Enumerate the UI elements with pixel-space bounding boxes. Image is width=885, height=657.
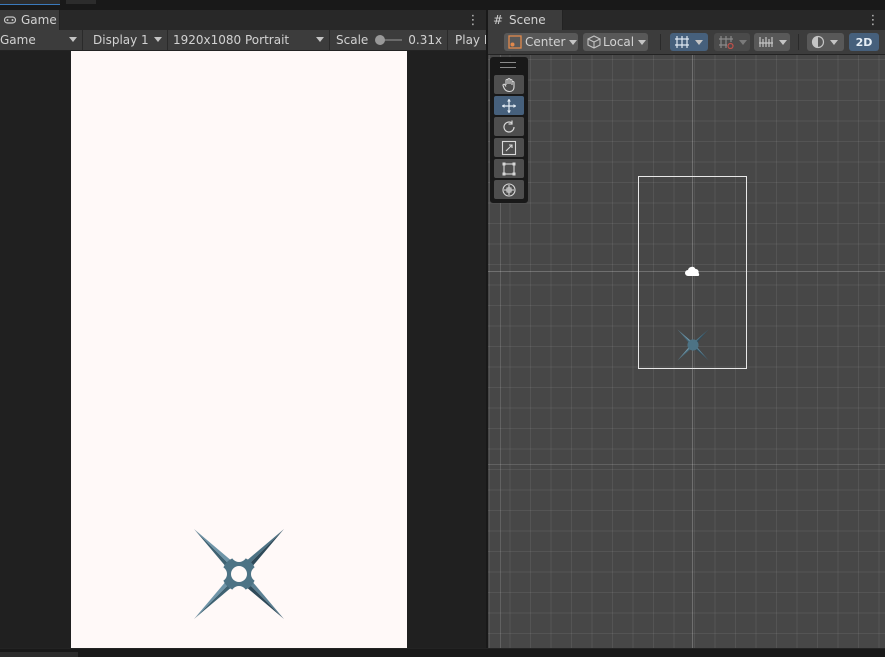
upper-tab-stub-2[interactable]	[66, 0, 96, 4]
pivot-icon	[508, 35, 522, 49]
scene-toolbar: Center Local 2D	[488, 30, 885, 55]
play-mode-label: Play F	[455, 33, 486, 47]
rect-transform-icon	[502, 162, 516, 175]
shading-sphere-icon	[811, 35, 825, 49]
game-toolbar: Game Display 1 1920x1080 Portrait Scale …	[0, 30, 486, 51]
transform-icon	[502, 182, 516, 197]
game-canvas[interactable]	[71, 51, 407, 648]
2d-mode-toggle[interactable]: 2D	[849, 33, 879, 51]
game-tab-bar: Game ⋮	[0, 10, 486, 31]
chevron-down-icon	[569, 39, 578, 45]
scale-slider[interactable]	[375, 35, 403, 45]
move-tool-button[interactable]	[494, 96, 524, 115]
scale-slider-thumb[interactable]	[375, 35, 386, 45]
display-dropdown[interactable]: Display 1	[87, 30, 168, 50]
resolution-dropdown[interactable]: 1920x1080 Portrait	[167, 30, 330, 50]
chevron-down-icon	[316, 37, 324, 42]
chevron-down-icon	[779, 39, 787, 45]
scale-control: Scale 0.31x	[330, 30, 448, 50]
hand-tool-button[interactable]	[494, 75, 524, 94]
increment-snap-toggle[interactable]	[714, 33, 750, 51]
display-label: Display 1	[93, 33, 149, 47]
chevron-down-icon	[739, 39, 747, 45]
window-top-strip	[0, 0, 885, 10]
space-local-dropdown[interactable]: Local	[583, 33, 648, 51]
tool-palette	[490, 57, 528, 203]
cube-icon	[587, 35, 601, 49]
move-arrows-icon	[502, 98, 516, 113]
toolbar-separator	[660, 34, 661, 50]
chevron-down-icon	[154, 37, 162, 42]
pivot-label: Center	[525, 35, 566, 49]
resolution-label: 1920x1080 Portrait	[173, 33, 290, 47]
grid-major-line	[488, 464, 885, 465]
hash-grid-icon: #	[492, 13, 504, 27]
scene-kebab-menu-icon[interactable]: ⋮	[867, 12, 880, 28]
tab-scene[interactable]: # Scene	[488, 10, 563, 30]
rect-tool-button[interactable]	[494, 159, 524, 178]
game-view-mode-dropdown[interactable]: Game	[0, 30, 83, 50]
shuriken-scene-sprite[interactable]	[677, 329, 709, 361]
tab-scene-label: Scene	[509, 13, 546, 27]
rotate-tool-button[interactable]	[494, 117, 524, 136]
scene-tab-bar: # Scene ⋮	[488, 10, 885, 31]
tab-game-label: Game	[21, 13, 57, 27]
grid-snap-icon	[675, 36, 689, 48]
chevron-down-icon	[695, 39, 703, 45]
hand-icon	[502, 77, 515, 92]
scale-tool-button[interactable]	[494, 138, 524, 157]
rotate-icon	[503, 120, 515, 133]
grid-visibility-dropdown[interactable]	[754, 33, 790, 51]
shading-mode-dropdown[interactable]	[807, 33, 844, 51]
tab-game[interactable]: Game	[0, 10, 60, 30]
grid-snap-toggle[interactable]	[670, 33, 708, 51]
grid-visibility-icon	[759, 37, 773, 47]
scene-view[interactable]	[488, 55, 885, 648]
chevron-down-icon	[69, 37, 77, 42]
shuriken-sprite	[194, 529, 284, 619]
game-kebab-menu-icon[interactable]: ⋮	[467, 12, 480, 28]
pivot-center-dropdown[interactable]: Center	[504, 33, 578, 51]
toolbar-separator	[798, 34, 799, 50]
lower-tab-stub[interactable]	[0, 652, 78, 657]
upper-tab-stub[interactable]	[0, 0, 60, 5]
chevron-down-icon	[830, 39, 838, 45]
transform-tool-button[interactable]	[494, 180, 524, 199]
chevron-down-icon	[638, 39, 647, 45]
scale-value: 0.31x	[408, 33, 443, 47]
play-mode-dropdown[interactable]: Play F	[449, 30, 486, 50]
scale-label: Scale	[336, 33, 369, 47]
scale-icon	[501, 140, 517, 155]
2d-mode-label: 2D	[855, 35, 873, 49]
game-view-mode-label: Game	[0, 33, 36, 47]
palette-drag-handle[interactable]	[500, 62, 516, 68]
cloud-gizmo-icon[interactable]	[684, 266, 702, 278]
gamepad-icon	[4, 14, 16, 26]
space-label: Local	[603, 35, 635, 49]
increment-snap-icon	[719, 36, 734, 49]
